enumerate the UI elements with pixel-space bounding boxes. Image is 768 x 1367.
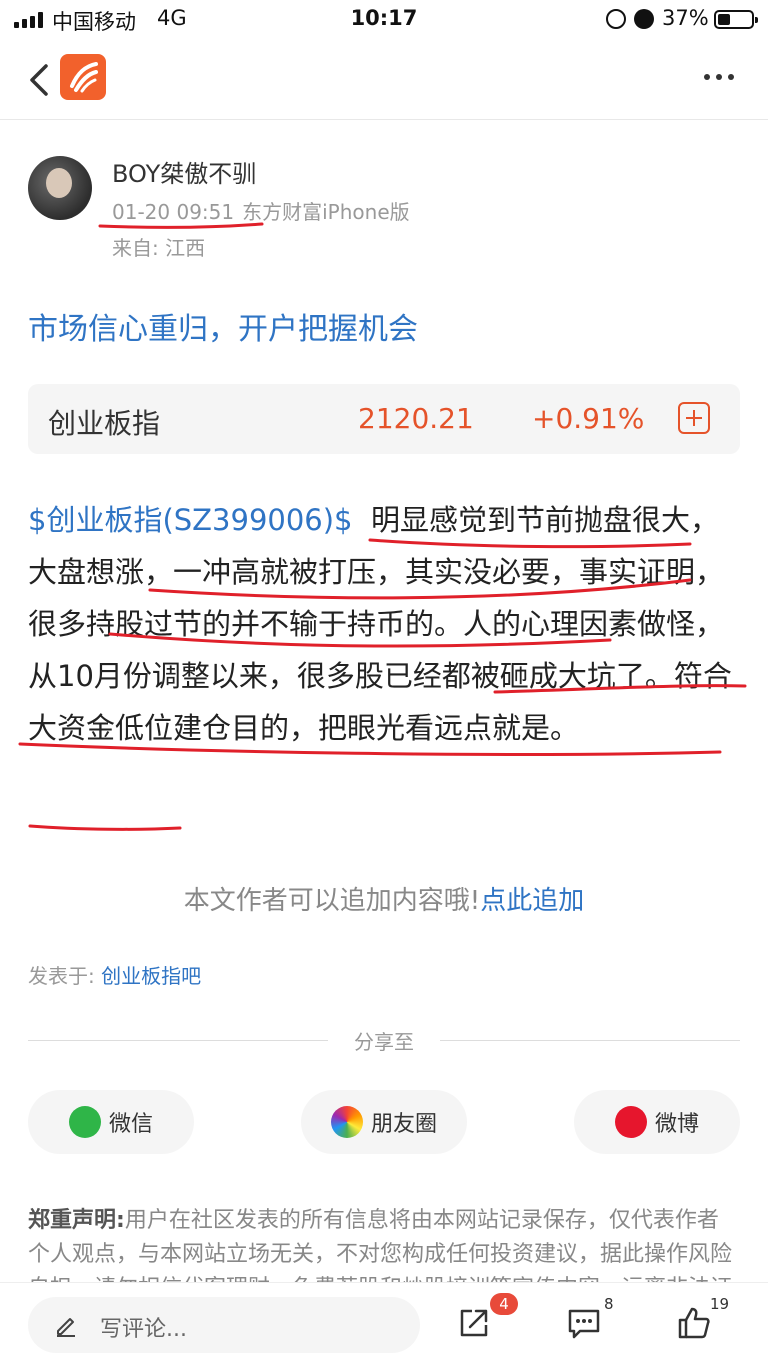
share-label: 分享至 — [354, 1030, 414, 1054]
add-stock-button[interactable] — [678, 402, 710, 434]
post-location: 来自: 江西 — [112, 236, 206, 260]
post-body: $创业板指(SZ399006)$ 明显感觉到节前抛盘很大，大盘想涨，一冲高就被打… — [28, 494, 740, 754]
post-client: 东方财富iPhone版 — [242, 200, 410, 224]
share-wechat-button[interactable]: 微信 — [28, 1090, 194, 1154]
nav-bar — [0, 40, 768, 120]
moments-icon — [330, 1106, 363, 1138]
comment-count: 8 — [604, 1295, 614, 1313]
share-weibo-button[interactable]: 微博 — [574, 1090, 740, 1154]
battery-icon — [714, 10, 758, 29]
share-icon[interactable] — [456, 1305, 492, 1341]
disclaimer: 郑重声明:用户在社区发表的所有信息将由本网站记录保存，仅代表作者个人观点，与本网… — [28, 1204, 740, 1282]
stock-tag-link[interactable]: $创业板指(SZ399006)$ — [28, 503, 353, 537]
share-weibo-label: 微博 — [654, 1112, 699, 1137]
underline-stroke — [28, 824, 182, 831]
alarm-icon — [634, 9, 654, 29]
post-timestamp: 01-20 09:51 — [112, 200, 235, 224]
status-bar: 中国移动 4G 10:17 37% — [0, 0, 768, 40]
weibo-icon — [614, 1106, 647, 1138]
post-body-text: 明显感觉到节前抛盘很大，大盘想涨，一冲高就被打压，其实没必要，事实证明，很多持股… — [28, 503, 732, 745]
share-moments-button[interactable]: 朋友圈 — [301, 1090, 467, 1154]
share-moments-label: 朋友圈 — [370, 1112, 437, 1137]
post-title: 市场信心重归，开户把握机会 — [28, 312, 418, 347]
append-link[interactable]: 点此追加 — [480, 886, 584, 916]
disclaimer-title: 郑重声明: — [28, 1208, 125, 1233]
comment-placeholder: 写评论... — [100, 1317, 187, 1342]
disclaimer-text: 用户在社区发表的所有信息将由本网站记录保存，仅代表作者个人观点，与本网站立场无关… — [28, 1208, 733, 1282]
comment-input[interactable]: 写评论... — [28, 1297, 420, 1353]
avatar[interactable] — [28, 156, 92, 220]
like-icon[interactable] — [676, 1305, 712, 1341]
author-name[interactable]: BOY桀傲不驯 — [112, 154, 256, 189]
battery-percent: 37% — [662, 6, 709, 30]
share-badge: 4 — [490, 1293, 518, 1315]
comment-icon[interactable] — [566, 1305, 602, 1341]
back-icon[interactable] — [28, 62, 50, 98]
pencil-icon — [57, 1318, 75, 1337]
bottom-bar: 写评论... 4 8 19 — [0, 1282, 768, 1367]
stock-price: 2120.21 — [358, 402, 474, 435]
stock-card[interactable]: 创业板指 2120.21 +0.91% — [28, 384, 740, 454]
stock-name: 创业板指 — [48, 407, 161, 440]
app-logo-icon[interactable] — [60, 54, 106, 100]
rotation-lock-icon — [606, 9, 626, 29]
wechat-icon — [68, 1106, 101, 1138]
post-meta: 01-20 09:51 东方财富iPhone版 — [112, 196, 410, 225]
more-icon[interactable] — [704, 74, 734, 80]
append-prompt: 本文作者可以追加内容哦!点此追加 — [0, 880, 768, 917]
like-count: 19 — [710, 1295, 730, 1313]
posted-in: 发表于: 创业板指吧 — [28, 960, 201, 989]
append-prompt-text: 本文作者可以追加内容哦! — [183, 886, 481, 916]
posted-in-bar-link[interactable]: 创业板指吧 — [101, 964, 201, 988]
posted-in-label: 发表于: — [28, 964, 95, 988]
share-wechat-label: 微信 — [108, 1112, 153, 1137]
stock-change: +0.91% — [532, 402, 645, 435]
